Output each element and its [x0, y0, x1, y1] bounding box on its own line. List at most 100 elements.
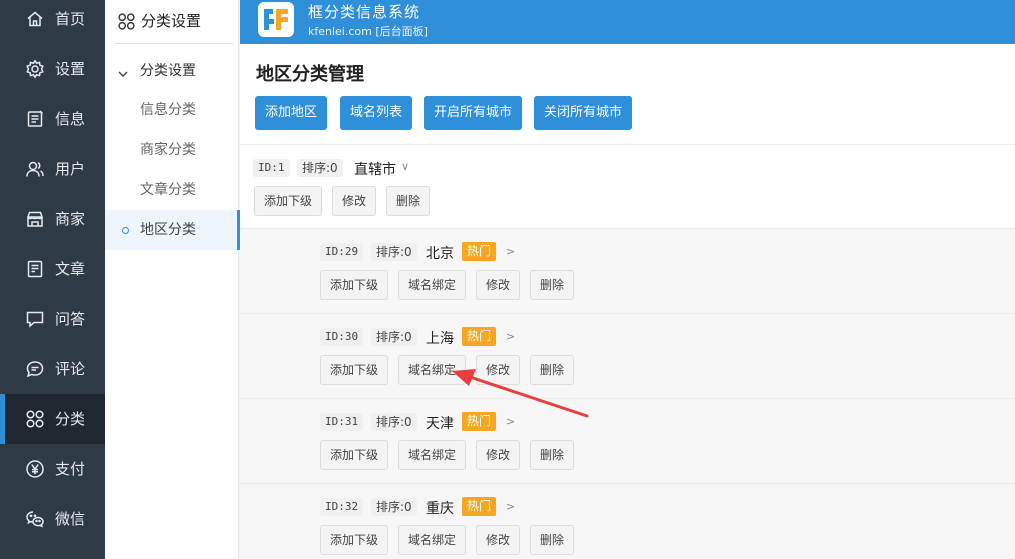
app-title: 框分类信息系统 — [308, 3, 421, 21]
nav-item-merchants[interactable]: 商家 — [0, 194, 105, 244]
region-row-root: ID:1 排序:0 直辖市 ∨ 添加下级 修改 删除 — [240, 144, 1015, 229]
category-icon — [25, 409, 45, 429]
delete-button[interactable]: 删除 — [530, 355, 575, 385]
region-id: ID:31 — [320, 413, 364, 431]
subnav-group-toggle[interactable]: 分类设置 — [105, 52, 239, 90]
subnav-group-label: 分类设置 — [140, 63, 196, 79]
expand-caret-icon[interactable]: ∨ — [401, 160, 409, 173]
nav-label: 支付 — [55, 460, 86, 478]
expand-caret-icon[interactable]: > — [506, 500, 515, 513]
delete-button[interactable]: 删除 — [386, 186, 431, 216]
gear-icon — [25, 59, 45, 79]
wechat-icon — [25, 509, 45, 529]
nav-label: 商家 — [55, 210, 86, 228]
region-order: 排序:0 — [371, 328, 417, 346]
delete-button[interactable]: 删除 — [530, 525, 575, 555]
expand-caret-icon[interactable]: > — [506, 245, 515, 258]
subnav-item-region-category[interactable]: 地区分类 — [105, 210, 240, 250]
hot-badge: 热门 — [462, 497, 497, 516]
subnav-header: 分类设置 — [105, 0, 239, 44]
chat-icon — [25, 309, 45, 329]
nav-label: 微信 — [55, 510, 86, 528]
nav-item-home[interactable]: 首页 — [0, 0, 105, 44]
add-child-button[interactable]: 添加下级 — [320, 355, 389, 385]
nav-item-wechat[interactable]: 微信 — [0, 494, 105, 544]
subnav-item-label: 文章分类 — [140, 182, 196, 198]
subnav-item-label: 商家分类 — [140, 142, 196, 158]
subnav-title: 分类设置 — [141, 12, 202, 30]
region-id: ID:29 — [320, 243, 364, 261]
domain-list-button[interactable]: 域名列表 — [340, 96, 413, 130]
subnav-item-merchant-category[interactable]: 商家分类 — [105, 130, 239, 170]
enable-all-cities-button[interactable]: 开启所有城市 — [424, 96, 523, 130]
bind-domain-button[interactable]: 域名绑定 — [398, 355, 467, 385]
add-child-button[interactable]: 添加下级 — [320, 440, 389, 470]
add-child-button[interactable]: 添加下级 — [254, 186, 323, 216]
active-dot-icon — [122, 227, 129, 234]
region-id: ID:1 — [253, 159, 290, 177]
subnav-item-article-category[interactable]: 文章分类 — [105, 170, 239, 210]
region-order: 排序:0 — [371, 413, 417, 431]
hot-badge: 热门 — [462, 242, 497, 261]
nav-item-payment[interactable]: 支付 — [0, 444, 105, 494]
region-name: 重庆 — [426, 501, 454, 517]
region-order: 排序:0 — [371, 243, 417, 261]
region-id: ID:30 — [320, 328, 364, 346]
nav-item-info[interactable]: 信息 — [0, 94, 105, 144]
hot-badge: 热门 — [462, 327, 497, 346]
nav-item-category[interactable]: 分类 — [0, 394, 105, 444]
nav-label: 问答 — [55, 310, 86, 328]
store-icon — [25, 209, 45, 229]
chevron-down-icon — [117, 65, 129, 77]
bind-domain-button[interactable]: 域名绑定 — [398, 440, 467, 470]
top-header: 框分类信息系统 kfenlei.com [后台面板] — [240, 0, 1015, 44]
nav-item-qa[interactable]: 问答 — [0, 294, 105, 344]
hot-badge: 热门 — [462, 412, 497, 431]
divider — [115, 43, 233, 44]
app-subtitle: kfenlei.com [后台面板] — [308, 25, 428, 38]
nav-label: 设置 — [55, 60, 86, 78]
region-name: 上海 — [426, 331, 454, 347]
document-icon — [25, 109, 45, 129]
secondary-nav: 分类设置 分类设置 信息分类 商家分类 文章分类 地区分类 — [105, 0, 240, 559]
delete-button[interactable]: 删除 — [530, 270, 575, 300]
brand-logo-icon — [257, 1, 295, 38]
nav-label: 分类 — [55, 410, 86, 428]
nav-item-users[interactable]: 用户 — [0, 144, 105, 194]
page-title: 地区分类管理 — [256, 64, 364, 85]
add-region-button[interactable]: 添加地区 — [255, 96, 328, 130]
primary-nav: 首页 设置 信息 用户 商家 文章 问答 评论 分类 支付 微信 — [0, 0, 105, 559]
nav-item-settings[interactable]: 设置 — [0, 44, 105, 94]
disable-all-cities-button[interactable]: 关闭所有城市 — [534, 96, 633, 130]
add-child-button[interactable]: 添加下级 — [320, 270, 389, 300]
region-order: 排序:0 — [371, 498, 417, 516]
yen-icon — [25, 459, 45, 479]
subnav-item-info-category[interactable]: 信息分类 — [105, 90, 239, 130]
nav-label: 首页 — [55, 10, 86, 28]
region-row: ID:31 排序:0 天津 热门 > 添加下级 域名绑定 修改 删除 — [240, 398, 1015, 483]
nav-label: 信息 — [55, 110, 86, 128]
bind-domain-button[interactable]: 域名绑定 — [398, 525, 467, 555]
region-name: 直辖市 — [354, 162, 396, 178]
edit-button[interactable]: 修改 — [476, 440, 521, 470]
subnav-item-label: 地区分类 — [140, 222, 196, 238]
add-child-button[interactable]: 添加下级 — [320, 525, 389, 555]
expand-caret-icon[interactable]: > — [506, 415, 515, 428]
region-name: 北京 — [426, 246, 454, 262]
subnav-item-label: 信息分类 — [140, 102, 196, 118]
edit-button[interactable]: 修改 — [476, 525, 521, 555]
users-icon — [25, 159, 45, 179]
nav-item-articles[interactable]: 文章 — [0, 244, 105, 294]
expand-caret-icon[interactable]: > — [506, 330, 515, 343]
delete-button[interactable]: 删除 — [530, 440, 575, 470]
bind-domain-button[interactable]: 域名绑定 — [398, 270, 467, 300]
edit-button[interactable]: 修改 — [476, 270, 521, 300]
region-row: ID:30 排序:0 上海 热门 > 添加下级 域名绑定 修改 删除 — [240, 313, 1015, 398]
home-icon — [25, 9, 45, 29]
region-id: ID:32 — [320, 498, 364, 516]
nav-label: 文章 — [55, 260, 86, 278]
nav-item-comments[interactable]: 评论 — [0, 344, 105, 394]
edit-button[interactable]: 修改 — [476, 355, 521, 385]
nav-label: 评论 — [55, 360, 86, 378]
edit-button[interactable]: 修改 — [332, 186, 377, 216]
